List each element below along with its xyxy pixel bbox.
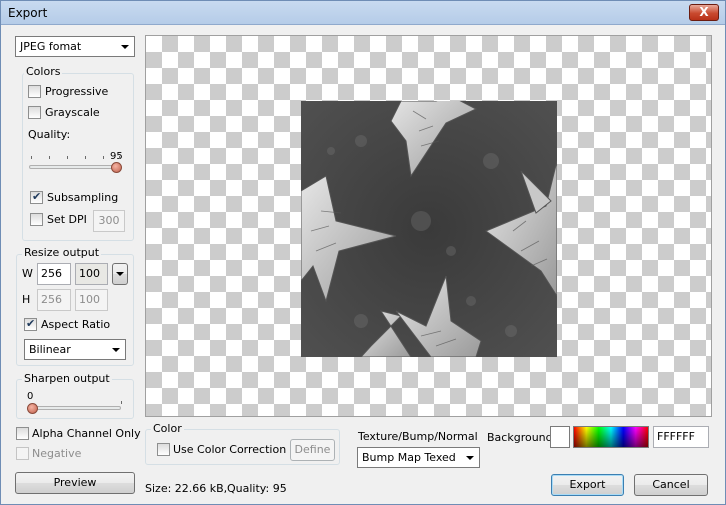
window-title: Export [8,6,48,20]
cancel-button[interactable]: Cancel [634,474,708,496]
bump-texture-graphic [301,101,557,357]
use-color-correction-label: Use Color Correction [173,443,287,456]
height-label: H [22,293,31,306]
texture-type-value: Bump Map Texed [362,451,456,464]
chevron-down-icon [121,45,129,49]
format-select-value: JPEG fomat [20,40,82,53]
resample-filter-value: Bilinear [29,343,71,356]
progressive-label: Progressive [45,85,109,98]
aspect-ratio-label: Aspect Ratio [41,318,111,331]
height-field[interactable]: 256 [37,289,71,311]
sharpen-slider-thumb[interactable] [26,403,38,414]
progressive-checkbox[interactable] [28,85,41,98]
preview-canvas[interactable] [145,35,712,417]
background-label: Background [487,431,553,444]
negative-label: Negative [32,447,82,460]
export-dialog: Export X JPEG fomat Colors Progressive G… [0,0,726,505]
sharpen-value: 0 [27,391,34,402]
unit-dropdown-button[interactable] [112,263,128,285]
alpha-channel-only-label: Alpha Channel Only [32,427,141,440]
texture-type-select[interactable]: Bump Map Texed [357,447,480,468]
quality-value: 95 [110,151,123,162]
width-field[interactable]: 256 [37,263,71,285]
width-percent-field[interactable]: 100 [75,263,108,285]
color-palette-picker[interactable] [573,426,649,448]
sharpen-tick [121,401,122,404]
format-select[interactable]: JPEG fomat [15,36,135,57]
quality-slider-thumb[interactable] [110,162,122,173]
dpi-field[interactable]: 300 [93,210,125,232]
status-size: Size: 22.66 kB, [145,482,228,495]
colors-group-label: Colors [24,65,63,78]
resize-group-label: Resize output [22,246,102,259]
define-button[interactable]: Define [290,439,335,461]
chevron-down-icon [466,456,474,460]
height-percent-field[interactable]: 100 [75,289,108,311]
use-color-correction-checkbox[interactable] [157,443,170,456]
subsampling-checkbox[interactable] [30,190,43,204]
color-group-label: Color [151,422,184,435]
background-color-swatch[interactable] [550,426,570,448]
aspect-ratio-checkbox[interactable] [24,317,37,331]
quality-slider-track [29,165,121,169]
chevron-down-icon [112,348,120,352]
subsampling-label: Subsampling [47,191,119,204]
quality-tick [119,156,120,159]
quality-tick [103,156,104,159]
negative-checkbox[interactable] [16,447,29,460]
resample-filter-select[interactable]: Bilinear [24,339,126,360]
chevron-down-icon [116,272,124,276]
set-dpi-checkbox[interactable] [30,213,43,226]
close-button[interactable]: X [689,4,719,21]
quality-tick [67,156,68,159]
quality-tick [49,156,50,159]
title-bar[interactable]: Export X [1,1,725,25]
sharpen-group-label: Sharpen output [22,372,112,385]
quality-label: Quality: [28,128,71,141]
quality-tick [85,156,86,159]
alpha-channel-only-checkbox[interactable] [16,427,29,440]
quality-tick [31,156,32,159]
status-quality: Quality: 95 [227,482,287,495]
grayscale-label: Grayscale [45,106,100,119]
preview-button[interactable]: Preview [15,472,135,494]
grayscale-checkbox[interactable] [28,106,41,119]
texture-type-label: Texture/Bump/Normal [358,430,478,443]
set-dpi-label: Set DPI [47,213,87,226]
background-hex-field[interactable]: FFFFFF [653,426,709,448]
texture-preview-image [301,101,557,357]
export-button[interactable]: Export [551,474,624,496]
width-label: W [22,267,33,280]
sharpen-slider-track [29,406,121,410]
